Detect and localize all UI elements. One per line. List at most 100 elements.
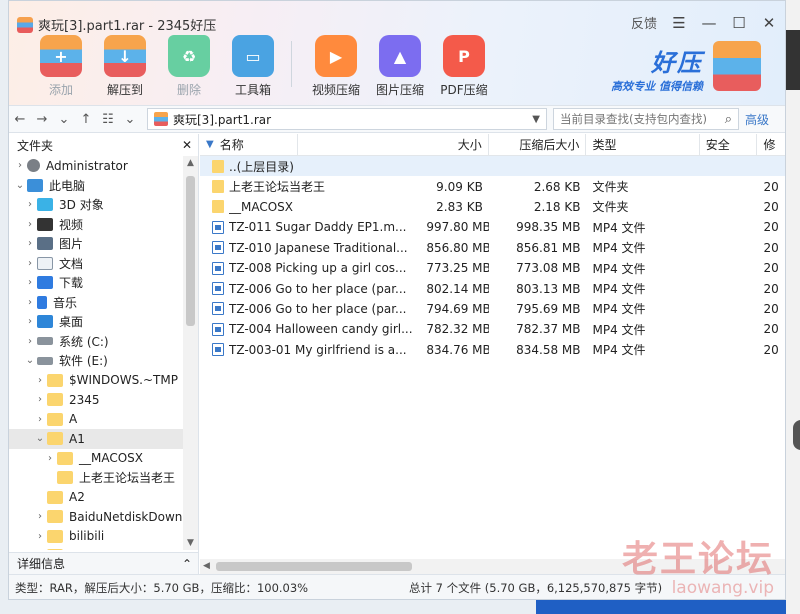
tree-item-label: A <box>69 412 78 427</box>
column-security[interactable]: 安全 <box>700 134 758 155</box>
view-mode-icon[interactable]: ☷ <box>97 112 119 127</box>
scroll-left-icon[interactable]: ◀ <box>203 559 210 574</box>
minimize-icon[interactable]: — <box>701 14 717 32</box>
chevron-right-icon[interactable]: › <box>33 375 47 386</box>
tree-item[interactable]: › 系统 (C:) <box>9 332 183 352</box>
path-dropdown-icon[interactable]: ▼ <box>532 114 540 125</box>
column-name[interactable]: ▼ 名称 <box>200 134 298 155</box>
add-archive-icon: + <box>40 35 82 77</box>
scrollbar-thumb[interactable] <box>186 176 195 326</box>
chevron-right-icon[interactable]: › <box>23 219 37 230</box>
tree-item[interactable]: › 下载 <box>9 273 183 293</box>
chevron-right-icon[interactable]: › <box>23 199 37 210</box>
tree-item[interactable]: ⌄ A1 <box>9 429 183 449</box>
chevron-right-icon[interactable]: › <box>23 316 37 327</box>
tree-item[interactable]: › 2345 <box>9 390 183 410</box>
scroll-down-icon[interactable]: ▼ <box>183 538 198 548</box>
details-toggle-icon[interactable]: ⌃ <box>182 557 192 571</box>
desk-icon <box>37 315 53 329</box>
table-row[interactable]: TZ-006 Go to her place (par... 802.14 MB 8… <box>200 278 785 298</box>
table-row[interactable]: TZ-004 Halloween candy girl... 782.32 MB 7… <box>200 319 785 339</box>
file-name: TZ-006 Go to her place (par... <box>229 301 407 316</box>
horizontal-scrollbar[interactable]: ◀ <box>200 559 785 574</box>
tree-item[interactable]: › bilibili <box>9 527 183 547</box>
chevron-down-icon[interactable]: ⌄ <box>23 355 37 366</box>
chevron-down-icon[interactable]: ⌄ <box>33 433 47 444</box>
view-mode-chevron-icon[interactable]: ⌄ <box>119 112 141 127</box>
maximize-icon[interactable]: ☐ <box>731 14 747 32</box>
history-chevron-icon[interactable]: ⌄ <box>53 112 75 127</box>
chevron-right-icon[interactable]: › <box>23 258 37 269</box>
tree-item[interactable]: › 音乐 <box>9 293 183 313</box>
tree-item[interactable]: A2 <box>9 488 183 508</box>
tree-item[interactable]: › A <box>9 410 183 430</box>
file-size: 782.32 MB <box>426 322 489 337</box>
feedback-link[interactable]: 反馈 <box>631 13 657 32</box>
chevron-right-icon[interactable]: › <box>23 336 37 347</box>
details-panel-header[interactable]: 详细信息 ⌃ <box>9 552 199 574</box>
pdf-compress-button[interactable]: P PDF压缩 <box>432 35 496 98</box>
parent-directory-row[interactable]: ..(上层目录) <box>200 156 785 177</box>
image-compress-button[interactable]: ▲ 图片压缩 <box>368 35 432 98</box>
search-icon[interactable]: ⌕ <box>725 112 732 127</box>
column-size[interactable]: 大小 <box>298 134 489 155</box>
column-compressed-size[interactable]: 压缩后大小 <box>489 134 587 155</box>
sidebar-close-icon[interactable]: ✕ <box>182 138 192 152</box>
toolbox-icon: ▭ <box>232 35 274 77</box>
video-compress-button[interactable]: ▶ 视频压缩 <box>304 35 368 98</box>
chevron-right-icon[interactable]: › <box>13 160 27 171</box>
column-type[interactable]: 类型 <box>586 134 700 155</box>
tree-item[interactable]: › 视频 <box>9 215 183 235</box>
tree-item[interactable]: › 图片 <box>9 234 183 254</box>
forward-arrow-icon[interactable]: → <box>31 112 53 127</box>
chevron-right-icon[interactable]: › <box>33 531 47 542</box>
close-icon[interactable]: ✕ <box>761 14 777 32</box>
path-field[interactable]: 爽玩[3].part1.rar ▼ <box>147 108 547 130</box>
table-row[interactable]: __MACOSX 2.83 KB 2.18 KB 文件夹 20 <box>200 197 785 217</box>
horizontal-scrollbar-thumb[interactable] <box>216 562 412 571</box>
table-row[interactable]: TZ-010 Japanese Traditional... 856.80 MB 8… <box>200 238 785 258</box>
tree-item[interactable]: 上老王论坛当老王 <box>9 468 183 488</box>
file-modified: 20 <box>763 342 779 357</box>
toolbox-button[interactable]: ▭ 工具箱 <box>221 35 285 98</box>
table-row[interactable]: TZ-003-01 My girlfriend is a... 834.76 MB… <box>200 340 785 360</box>
table-row[interactable]: TZ-008 Picking up a girl cos... 773.25 MB… <box>200 258 785 278</box>
chevron-right-icon[interactable]: › <box>33 414 47 425</box>
tree-item[interactable]: › $WINDOWS.~TMP <box>9 371 183 391</box>
menu-icon[interactable]: ☰ <box>671 14 687 32</box>
window-controls: 反馈 ☰ — ☐ ✕ <box>631 13 777 33</box>
file-type: MP4 文件 <box>592 343 646 358</box>
table-row[interactable]: TZ-011 Sugar Daddy EP1.m... 997.80 MB 998.… <box>200 217 785 237</box>
desktop-float-button[interactable] <box>793 420 800 450</box>
file-type: MP4 文件 <box>592 261 646 276</box>
add-button[interactable]: + 添加 <box>29 35 93 98</box>
chevron-right-icon[interactable]: › <box>23 238 37 249</box>
tree-item[interactable]: ⌄ 软件 (E:) <box>9 351 183 371</box>
tree-item[interactable]: › 桌面 <box>9 312 183 332</box>
delete-button[interactable]: ♻ 删除 <box>157 35 221 98</box>
tree-item[interactable]: › 3D 对象 <box>9 195 183 215</box>
file-name: TZ-003-01 My girlfriend is a... <box>229 342 407 357</box>
tree-item[interactable]: ⌄ 此电脑 <box>9 176 183 196</box>
chevron-right-icon[interactable]: › <box>23 297 37 308</box>
column-modified[interactable]: 修 <box>757 134 785 155</box>
sidebar-scrollbar[interactable]: ▲ ▼ <box>183 156 198 550</box>
back-arrow-icon[interactable]: ← <box>9 112 31 127</box>
chevron-right-icon[interactable]: › <box>23 277 37 288</box>
tree-item[interactable]: › Administrator <box>9 156 183 176</box>
tree-item[interactable]: ›D_D i C i <box>9 546 183 550</box>
chevron-down-icon[interactable]: ⌄ <box>13 180 27 191</box>
tree-item[interactable]: › __MACOSX <box>9 449 183 469</box>
chevron-right-icon[interactable]: › <box>33 394 47 405</box>
tree-item[interactable]: › BaiduNetdiskDownl <box>9 507 183 527</box>
chevron-right-icon[interactable]: › <box>33 511 47 522</box>
table-row[interactable]: 上老王论坛当老王 9.09 KB 2.68 KB 文件夹 20 <box>200 176 785 196</box>
up-arrow-icon[interactable]: ↑ <box>75 112 97 127</box>
search-input[interactable] <box>560 112 725 126</box>
extract-button[interactable]: ↓ 解压到 <box>93 35 157 98</box>
chevron-right-icon[interactable]: › <box>43 453 57 464</box>
scroll-up-icon[interactable]: ▲ <box>183 158 198 168</box>
advanced-search-link[interactable]: 高级 <box>745 111 769 128</box>
table-row[interactable]: TZ-006 Go to her place (par... 794.69 MB 7… <box>200 299 785 319</box>
tree-item[interactable]: › 文档 <box>9 254 183 274</box>
